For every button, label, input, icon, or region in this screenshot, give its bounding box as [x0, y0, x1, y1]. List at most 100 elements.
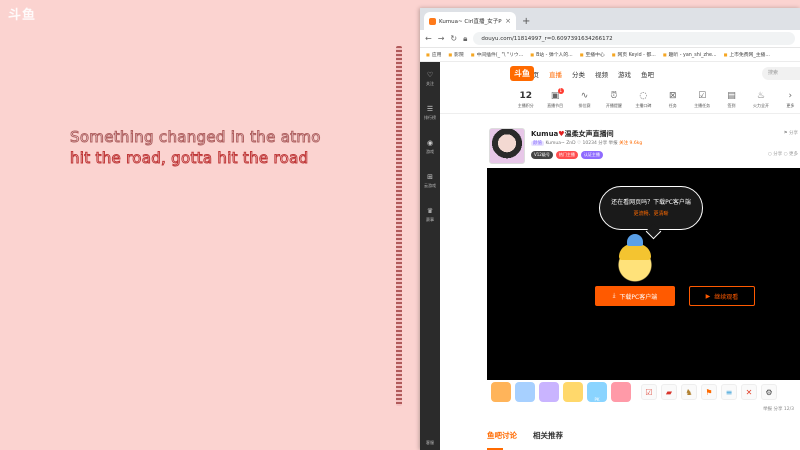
gift-item-pk[interactable]: PK [587, 382, 607, 402]
clipboard-icon: ☑ [698, 90, 707, 101]
bookmark-item[interactable]: 应用 [426, 51, 442, 58]
cat-item-reminder[interactable]: ⏰︎ 开播提醒 [604, 91, 623, 109]
sidebar-item-games[interactable]: ◉ 游戏 [420, 130, 440, 164]
tab-fish-bar-discussion[interactable]: 鱼吧讨论 [487, 430, 517, 448]
bookmarks-bar: 应用 影院 中间插件(_ "\ "リウ... B站 - 弹个人的... 至播中心… [420, 48, 800, 62]
play-icon: ▶ [705, 292, 711, 300]
list-icon[interactable]: ≡ [721, 384, 737, 400]
cat-label: 任务 [668, 102, 677, 108]
watch-button-label: 继续观看 [714, 293, 739, 301]
douyu-favicon-icon [429, 17, 436, 25]
cat-item-firepower[interactable]: ♨ 火力全开 [751, 91, 770, 109]
wave-icon: ∿ [580, 90, 589, 101]
cat-item-program[interactable]: 1 ▣ 直播节目 [545, 87, 564, 109]
gift-item[interactable] [491, 382, 511, 402]
bookmark-item[interactable]: 网页 Keyid - 都... [612, 51, 655, 58]
browser-tab[interactable]: Kumua~ Cirl直播_女子PK弹_9 × [424, 12, 516, 30]
download-client-button[interactable]: ⤓ 下载PC客户端 [595, 286, 675, 306]
cat-item-task[interactable]: ⊠ 任务 [663, 91, 682, 109]
reload-icon[interactable]: ↻ [450, 34, 457, 43]
room-share[interactable]: ⚑ 分享 [784, 130, 798, 136]
cat-item-rank[interactable]: ∿ 排位赛 [575, 91, 594, 109]
nav-videos[interactable]: 视频 [595, 69, 608, 79]
cat-label: 开播提醒 [605, 102, 622, 108]
forward-icon[interactable]: → [438, 34, 445, 43]
douyu-logo[interactable]: 斗鱼 [510, 66, 534, 81]
room-more-actions[interactable]: ○ 分享 ○ 更多 [768, 151, 798, 157]
mascot-hair [619, 244, 651, 260]
settings-icon[interactable]: ⚙ [761, 384, 777, 400]
speech-bubble: 还在看网页吗？下载PC客户端 更流畅、更清晰 [599, 186, 703, 230]
gift-bar: PK ☑ ▰ ♞ ⚑ ≡ ✕ ⚙ [487, 380, 800, 404]
nav-categories[interactable]: 分类 [572, 69, 585, 79]
host-avatar[interactable] [489, 128, 525, 164]
tab-bar: Kumua~ Cirl直播_女子PK弹_9 × + [420, 8, 800, 30]
notification-badge: 1 [557, 87, 564, 94]
continue-watching-button[interactable]: ▶ 继续观看 [689, 286, 755, 306]
character-icon[interactable]: ♞ [681, 384, 697, 400]
cat-item-host-task[interactable]: ☑ 主播任务 [692, 91, 711, 109]
verified-badge: 认证主播 [580, 151, 603, 159]
bookmark-item[interactable]: 至播中心 [580, 51, 604, 58]
tab-close-icon[interactable]: × [505, 17, 511, 25]
cat-label: 排位赛 [578, 102, 591, 108]
mascot-hat [627, 234, 643, 246]
tool-icons: ☑ ▰ ♞ ⚑ ≡ ✕ ⚙ [641, 384, 777, 400]
alarm-icon: ⏰︎ [610, 90, 618, 101]
bubble-subtext: 更流畅、更清晰 [633, 211, 669, 217]
gift-item[interactable] [611, 382, 631, 402]
check-icon[interactable]: ☑ [641, 384, 657, 400]
nav-games[interactable]: 游戏 [618, 69, 631, 79]
sidebar-customer-service[interactable]: 客服 [420, 440, 440, 446]
sidebar-item-cloud-games[interactable]: ⊞ 云游戏 [420, 164, 440, 198]
site-top-nav: 斗鱼 首页 直播 分类 视频 游戏 鱼吧 搜索 [440, 62, 800, 86]
list-icon: ☰ [426, 105, 434, 113]
sidebar-item-events[interactable]: ♛ 赛事 [420, 198, 440, 232]
douyu-watermark: 斗鱼 [8, 8, 37, 23]
left-sidebar: ♡ 关注 ☰ 排行榜 ◉ 游戏 ⊞ 云游戏 ♛ 赛事 客服 [420, 62, 440, 450]
cat-label: 直播节目 [547, 102, 564, 108]
cat-item-reputation[interactable]: ◌ 主播口碑 [634, 91, 653, 109]
follow-count[interactable]: 关注 9.6kg [619, 141, 642, 146]
gift-icon: ⊠ [668, 90, 677, 101]
nav-live[interactable]: 直播 [549, 69, 562, 79]
lock-icon[interactable]: 🔒︎ [463, 34, 467, 44]
controller-icon: ⊞ [427, 173, 433, 181]
host-name-text: Kumua [531, 130, 559, 138]
nav-fish-bar[interactable]: 鱼吧 [641, 69, 654, 79]
gift-box-icon[interactable]: ▰ [661, 384, 677, 400]
cat-item-checkin[interactable]: ▤ 签到 [722, 91, 741, 109]
sidebar-item-follow[interactable]: ♡ 关注 [420, 62, 440, 96]
video-player[interactable]: 还在看网页吗？下载PC客户端 更流畅、更清晰 ⤓ 下载PC客户端 ▶ 继续观看 [487, 168, 800, 380]
gift-item[interactable] [515, 382, 535, 402]
more-icon: › [788, 90, 793, 101]
gift-item[interactable] [539, 382, 559, 402]
swords-icon[interactable]: ✕ [741, 384, 757, 400]
sidebar-item-label: 排行榜 [424, 115, 436, 120]
bookmark-item[interactable]: B站 - 弹个人的... [530, 51, 573, 58]
room-info: Kumua♥温柔女声直播间 颜值 Kumua~ ZnD ♡ 10234 分享 举… [487, 126, 800, 166]
bookmark-item[interactable]: 影院 [448, 51, 464, 58]
search-input[interactable]: 搜索 [762, 67, 800, 80]
cat-item-more[interactable]: › 更多 [781, 91, 800, 109]
cat-label: 主播积分 [517, 102, 534, 108]
category-tag[interactable]: 颜值 [531, 141, 544, 146]
bookmark-item[interactable]: 趣听 - yan_shi_zhe... [663, 51, 717, 58]
points-number: 12 [519, 90, 532, 101]
tab-related-recommend[interactable]: 相关推荐 [533, 430, 563, 448]
host-points[interactable]: 12 主播积分 [516, 91, 535, 109]
flame-icon: ♨ [756, 90, 765, 101]
new-tab-button[interactable]: + [516, 16, 536, 30]
flag-icon[interactable]: ⚑ [701, 384, 717, 400]
url-field[interactable]: douyu.com/11814997_r=0.6097391634266172 [473, 32, 795, 45]
back-icon[interactable]: ← [425, 34, 432, 43]
room-title: 温柔女声直播间 [564, 130, 614, 138]
room-meta: 颜值 Kumua~ ZnD ♡ 10234 分享 举报 关注 9.6kg [531, 140, 642, 146]
sidebar-item-ranking[interactable]: ☰ 排行榜 [420, 96, 440, 130]
function-row: 12 主播积分 1 ▣ 直播节目 ∿ 排位赛 ⏰︎ 开播提醒 ◌ 主播口碑 ⊠ … [440, 86, 800, 114]
cat-label: 更多 [786, 102, 795, 108]
bookmark-item[interactable]: 中间插件(_ "\ "リウ... [471, 51, 524, 58]
bookmark-item[interactable]: 上市免费网_主播... [724, 51, 770, 58]
gift-item[interactable] [563, 382, 583, 402]
sidebar-item-label: 赛事 [426, 217, 434, 222]
